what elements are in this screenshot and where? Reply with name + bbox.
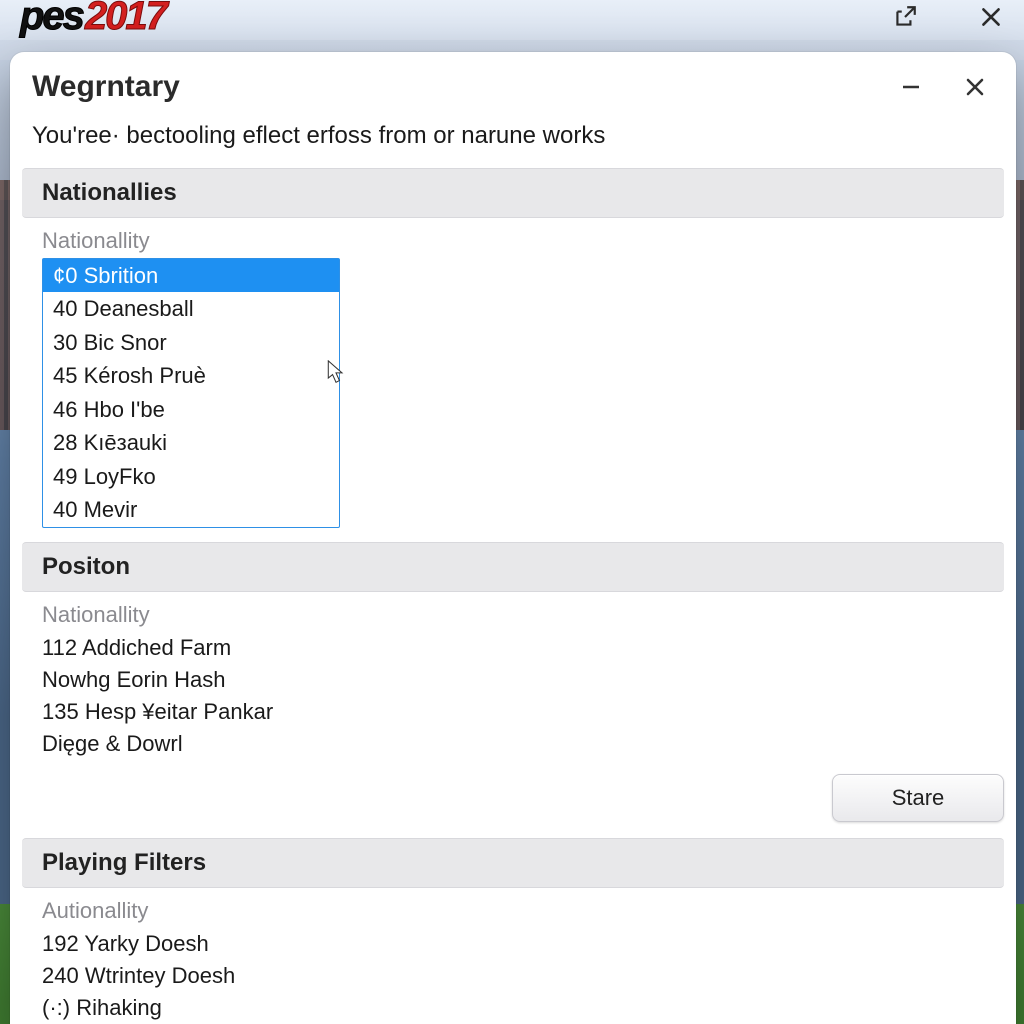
logo-pes: pes <box>20 0 83 39</box>
playing-field-label: Autionallity <box>42 898 984 924</box>
stare-button[interactable]: Stare <box>832 774 1004 822</box>
minimize-button[interactable] <box>894 70 928 104</box>
dialog-title: Wegrntary <box>32 70 180 104</box>
close-app-icon[interactable] <box>978 4 1004 30</box>
position-field-label: Nationallity <box>42 602 984 628</box>
position-action-row: Stare <box>10 774 1016 838</box>
nationality-option[interactable]: 46 Hbo I'be <box>43 393 339 426</box>
position-list: 112 Addiched FarmNowhg Eorin Hash135 Hes… <box>42 632 984 760</box>
export-icon[interactable] <box>892 4 918 30</box>
list-item[interactable]: 112 Addiched Farm <box>42 632 984 664</box>
nationality-option[interactable]: 40 Mevir <box>43 493 339 526</box>
close-button[interactable] <box>958 70 992 104</box>
section-header-playing-filters: Playing Filters <box>22 838 1004 888</box>
dialog-titlebar: Wegrntary <box>10 52 1016 122</box>
top-right-controls <box>892 4 1004 30</box>
list-item[interactable]: (·:) Rihaking <box>42 992 984 1024</box>
list-item[interactable]: 192 Yarky Doesh <box>42 928 984 960</box>
nationality-option[interactable]: 40 Deanesball <box>43 292 339 325</box>
list-item[interactable]: Nowhg Eorin Hash <box>42 664 984 696</box>
nationality-option[interactable]: ¢0 Sbrition <box>43 259 339 292</box>
nationality-option[interactable]: 28 Kıēзauki <box>43 426 339 459</box>
section-body-nationalities: Nationallity ¢0 Sbrition40 Deanesball30 … <box>22 218 1004 542</box>
nationality-dropdown[interactable]: ¢0 Sbrition40 Deanesball30 Bic Snor45 Ké… <box>42 258 340 528</box>
list-item[interactable]: 135 Hesp ¥eitar Pankar <box>42 696 984 728</box>
list-item[interactable]: Dięge & Dowrl <box>42 728 984 760</box>
dialog-window: Wegrntary You'ree· bectooling eflect erf… <box>10 52 1016 1024</box>
playing-list: 192 Yarky Doesh240 Wtrintey Doesh(·:) Ri… <box>42 928 984 1024</box>
section-header-nationalities: Nationallies <box>22 168 1004 218</box>
window-controls <box>894 70 992 104</box>
nationality-option[interactable]: 45 Kérosh Pruè <box>43 359 339 392</box>
section-body-position: Nationallity 112 Addiched FarmNowhg Eori… <box>22 592 1004 774</box>
list-item[interactable]: 240 Wtrintey Doesh <box>42 960 984 992</box>
section-header-position: Positon <box>22 542 1004 592</box>
nationality-option[interactable]: 30 Bic Snor <box>43 326 339 359</box>
nationality-option[interactable]: 49 LoyFko <box>43 460 339 493</box>
logo-year: 2017 <box>85 0 166 39</box>
nationality-field-label: Nationallity <box>42 228 984 254</box>
dialog-description: You'ree· bectooling eflect erfoss from o… <box>10 122 1016 168</box>
game-logo: pes 2017 <box>20 0 166 38</box>
section-body-playing-filters: Autionallity 192 Yarky Doesh240 Wtrintey… <box>22 888 1004 1024</box>
